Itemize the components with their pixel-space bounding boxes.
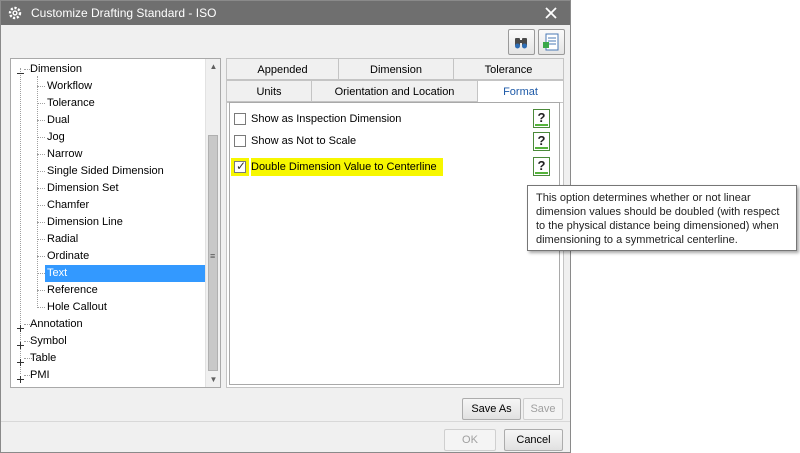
scroll-up-arrow[interactable]: ▲ (206, 59, 220, 74)
save-as-button[interactable]: Save As (462, 398, 521, 420)
tree-item-label: Text (45, 265, 205, 282)
tree-item[interactable]: PMI (11, 367, 205, 384)
tab-orientation-and-location[interactable]: Orientation and Location (311, 80, 478, 102)
tree-item-label: Dimension Line (47, 216, 123, 228)
tab-dimension[interactable]: Dimension (338, 58, 454, 80)
tree-item-label: Single Sided Dimension (47, 165, 164, 177)
tree-item[interactable]: Reference (11, 282, 205, 299)
checkbox-double-dimension-value[interactable]: ✓ (234, 159, 247, 173)
scroll-grip-icon: ≡ (210, 251, 216, 261)
tree-item-label: Dimension Set (47, 182, 119, 194)
tab-format[interactable]: Format (477, 80, 564, 103)
save-button[interactable]: Save (523, 398, 563, 420)
option-label: Show as Inspection Dimension (251, 113, 402, 125)
tree-item[interactable]: Dimension Line (11, 214, 205, 231)
tree-item[interactable]: Dimension (11, 61, 205, 78)
tree-item[interactable]: Text (11, 265, 205, 282)
tree-item[interactable]: Radial (11, 231, 205, 248)
tree-item[interactable]: Dimension Set (11, 180, 205, 197)
tree-item[interactable]: Chamfer (11, 197, 205, 214)
tree-item-label: Ordinate (47, 250, 90, 262)
checkbox-show-inspection-dimension[interactable] (234, 113, 246, 125)
settings-sheet-icon (543, 33, 559, 51)
tab-tolerance[interactable]: Tolerance (453, 58, 564, 80)
tree-item[interactable]: Table (11, 350, 205, 367)
option-label: Double Dimension Value to Centerline (251, 158, 443, 176)
expand-icon[interactable] (17, 321, 24, 332)
find-button[interactable] (508, 29, 535, 55)
category-tree[interactable]: Dimension Workflow Tolerance Dual Jog Narrow S… (10, 58, 221, 388)
tree-item-label: Table (30, 352, 57, 364)
tree-item-label: Narrow (47, 148, 83, 160)
format-panel: Show as Inspection Dimension ? Show as N… (229, 102, 560, 385)
expand-icon[interactable] (17, 372, 24, 383)
collapse-icon[interactable] (17, 66, 24, 74)
footer-divider (1, 421, 570, 422)
tab-units[interactable]: Units (226, 80, 312, 102)
help-tooltip: This option determines whether or not li… (527, 185, 797, 251)
tree-item-label: Dimension (30, 63, 82, 75)
binoculars-icon (515, 38, 527, 49)
tree-item-label: Symbol (30, 335, 67, 347)
tree-item[interactable]: Tolerance (11, 95, 205, 112)
tree-item[interactable]: Narrow (11, 146, 205, 163)
close-icon[interactable] (542, 4, 560, 22)
tree-item-label: Chamfer (47, 199, 90, 211)
tree-item[interactable]: Symbol (11, 333, 205, 350)
tree-item[interactable]: Single Sided Dimension (11, 163, 205, 180)
help-icon[interactable]: ? (533, 132, 550, 151)
tree-item-label: Dual (47, 114, 70, 126)
tree-item-label: Jog (47, 131, 65, 143)
expand-icon[interactable] (17, 338, 24, 349)
tree-item-label: Hole Callout (47, 301, 107, 313)
tree-item[interactable]: Dual (11, 112, 205, 129)
checkbox-show-as-not-to-scale[interactable] (234, 135, 246, 147)
tree-item[interactable]: Workflow (11, 78, 205, 95)
tree-item-label: Tolerance (47, 97, 95, 109)
settings-sheet-button[interactable] (538, 29, 565, 55)
window-title: Customize Drafting Standard - ISO (31, 6, 217, 20)
scroll-down-arrow[interactable]: ▼ (206, 372, 220, 387)
tree-item-label: PMI (30, 369, 50, 381)
tree-item[interactable]: Annotation (11, 316, 205, 333)
help-icon[interactable]: ? (533, 157, 550, 176)
tree-item-label: Radial (47, 233, 79, 245)
tree-item[interactable]: Ordinate (11, 248, 205, 265)
expand-icon[interactable] (17, 355, 24, 366)
tab-appended[interactable]: Appended (226, 58, 339, 80)
tree-item-label: Reference (47, 284, 98, 296)
help-icon[interactable]: ? (533, 109, 550, 128)
tree-item-label: Annotation (30, 318, 83, 330)
tree-item-label: Workflow (47, 80, 93, 92)
tree-item[interactable]: Hole Callout (11, 299, 205, 316)
title-bar: Customize Drafting Standard - ISO (1, 1, 570, 25)
dialog-window: Customize Drafting Standard - ISO Dimens… (0, 0, 571, 453)
check-mark-icon: ✓ (236, 159, 247, 173)
gear-icon (8, 6, 22, 20)
tree-scrollbar[interactable]: ▲ ≡ ▼ (205, 59, 220, 387)
cancel-button[interactable]: Cancel (504, 429, 563, 451)
option-label: Show as Not to Scale (251, 135, 357, 147)
ok-button[interactable]: OK (444, 429, 496, 451)
tree-item[interactable]: Jog (11, 129, 205, 146)
